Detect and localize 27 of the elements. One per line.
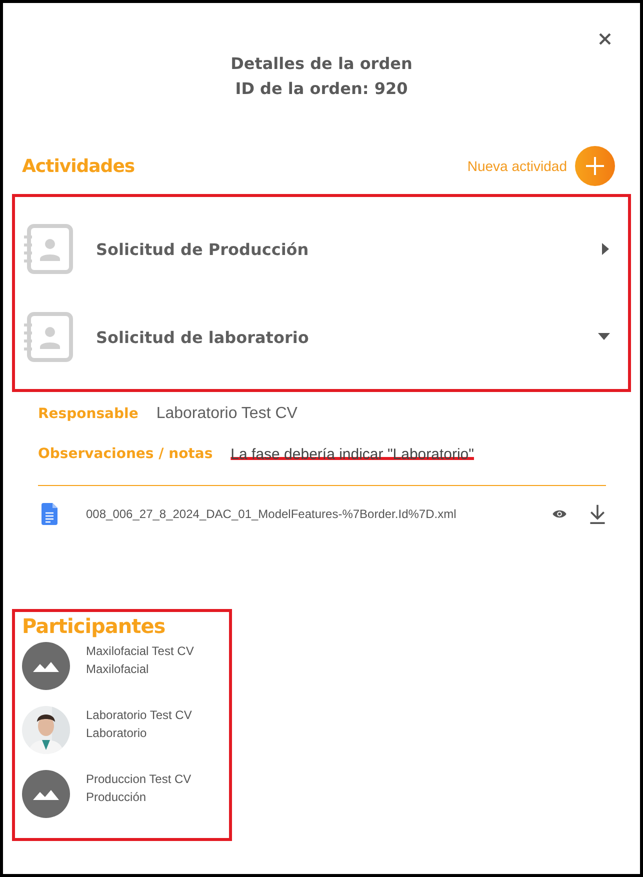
participant-role: Producción: [86, 789, 148, 806]
field-label: Responsable: [38, 406, 138, 422]
field-label: Observaciones / notas: [38, 446, 213, 462]
section-heading: Participantes: [22, 614, 166, 638]
dialog-title: Detalles de la orden: [230, 53, 412, 75]
section-heading: Actividades: [22, 156, 135, 176]
contact-book-icon: [22, 223, 74, 275]
add-button[interactable]: [575, 146, 615, 186]
field-value: Laboratorio Test CV: [156, 405, 298, 423]
participant-name: Laboratorio Test CV: [86, 707, 192, 724]
participant-role: Laboratorio: [86, 725, 148, 742]
participant-name: Produccion Test CV: [86, 771, 192, 788]
view-icon[interactable]: [552, 509, 567, 519]
contact-book-icon: [22, 311, 74, 363]
download-icon[interactable]: [589, 504, 606, 524]
avatar-placeholder-icon: [22, 642, 70, 690]
order-id: ID de la orden: 920: [235, 78, 408, 100]
caret-icon: [602, 243, 610, 255]
participant-role: Maxilofacial: [86, 661, 150, 678]
file-name: 008_006_27_8_2024_DAC_01_ModelFeatures-%7Border.Id%7D.xml: [86, 507, 458, 521]
activity-row[interactable]: Solicitud de Producción: [15, 205, 628, 293]
participant-name: Maxilofacial Test CV: [86, 643, 194, 660]
avatar-placeholder-icon: [22, 770, 70, 818]
document-icon: [41, 503, 58, 525]
close-icon[interactable]: [598, 32, 612, 46]
activity-row[interactable]: Solicitud de laboratorio: [15, 293, 628, 381]
caret-icon: [598, 333, 610, 341]
